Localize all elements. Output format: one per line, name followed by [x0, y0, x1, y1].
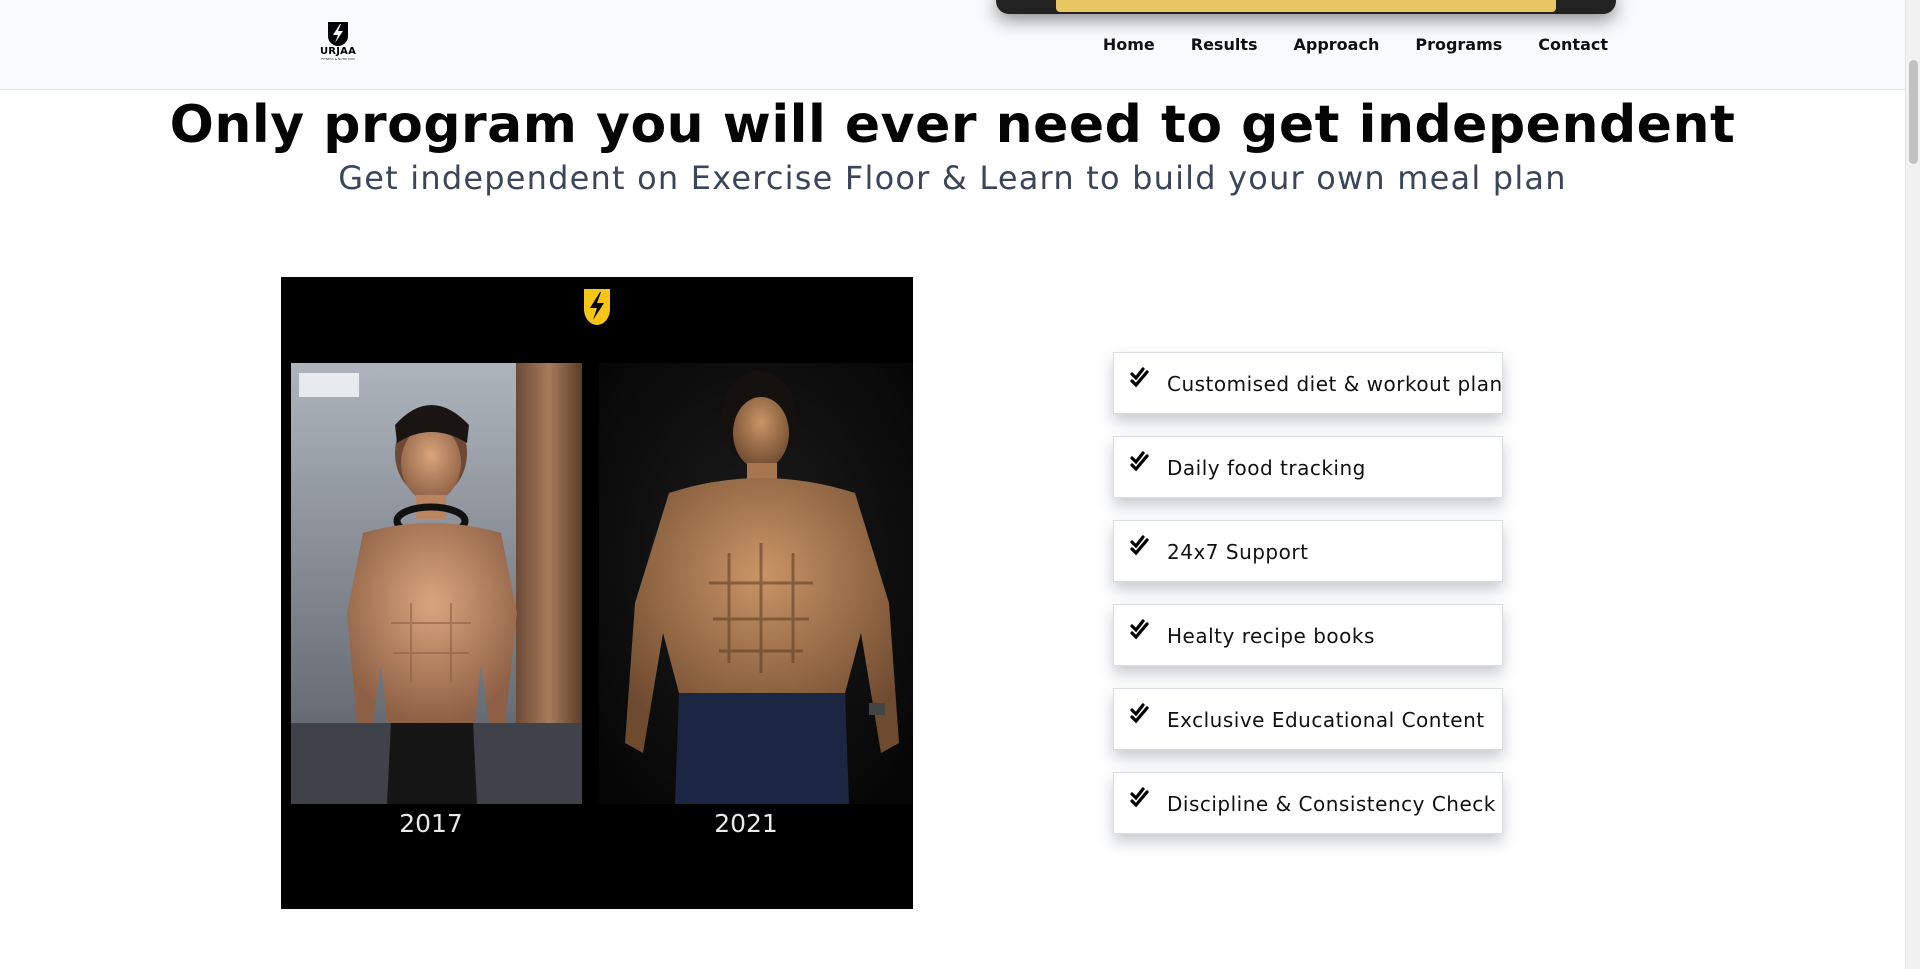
nav-programs[interactable]: Programs — [1415, 35, 1502, 54]
page: URJAA FITNESS & NUTRITION Home Results A… — [0, 0, 1920, 969]
check-double-icon — [1130, 535, 1149, 556]
feature-item: Exclusive Educational Content — [1113, 688, 1503, 750]
logo-name: URJAA — [319, 46, 357, 57]
check-double-icon — [1130, 703, 1149, 724]
feature-item: 24x7 Support — [1113, 520, 1503, 582]
nav-home[interactable]: Home — [1103, 35, 1155, 54]
logo-tagline: FITNESS & NUTRITION — [321, 57, 355, 61]
check-double-icon — [1130, 367, 1149, 388]
check-double-icon — [1130, 787, 1149, 808]
site-header: URJAA FITNESS & NUTRITION Home Results A… — [0, 0, 1905, 90]
transformation-image: 2017 2021 — [281, 277, 913, 909]
feature-list: Customised diet & workout plan Daily foo… — [1113, 352, 1503, 856]
feature-label: Customised diet & workout plan — [1167, 372, 1503, 396]
check-double-icon — [1130, 619, 1149, 640]
year-before: 2017 — [399, 809, 463, 838]
nav-approach[interactable]: Approach — [1294, 35, 1380, 54]
feature-label: Discipline & Consistency Check — [1167, 792, 1496, 816]
feature-label: 24x7 Support — [1167, 540, 1309, 564]
brand-bolt-icon — [584, 289, 610, 325]
before-photo — [291, 363, 582, 804]
main-nav: Home Results Approach Programs Contact — [1103, 35, 1608, 54]
popup-shadow — [996, 0, 1616, 14]
feature-label: Daily food tracking — [1167, 456, 1366, 480]
urjaa-logo[interactable]: URJAA FITNESS & NUTRITION — [313, 22, 363, 68]
feature-label: Healty recipe books — [1167, 624, 1375, 648]
logo-shield-icon — [328, 22, 348, 46]
feature-item: Daily food tracking — [1113, 436, 1503, 498]
page-subtitle: Get independent on Exercise Floor & Lear… — [338, 159, 1567, 197]
check-double-icon — [1130, 451, 1149, 472]
year-after: 2021 — [714, 809, 778, 838]
page-title: Only program you will ever need to get i… — [169, 95, 1736, 155]
feature-label: Exclusive Educational Content — [1167, 708, 1485, 732]
scrollbar-thumb[interactable] — [1909, 60, 1918, 164]
nav-contact[interactable]: Contact — [1538, 35, 1608, 54]
feature-item: Customised diet & workout plan — [1113, 352, 1503, 414]
nav-results[interactable]: Results — [1191, 35, 1258, 54]
feature-item: Discipline & Consistency Check — [1113, 772, 1503, 834]
page-scrollbar[interactable] — [1905, 0, 1920, 969]
after-photo — [599, 363, 913, 804]
feature-item: Healty recipe books — [1113, 604, 1503, 666]
